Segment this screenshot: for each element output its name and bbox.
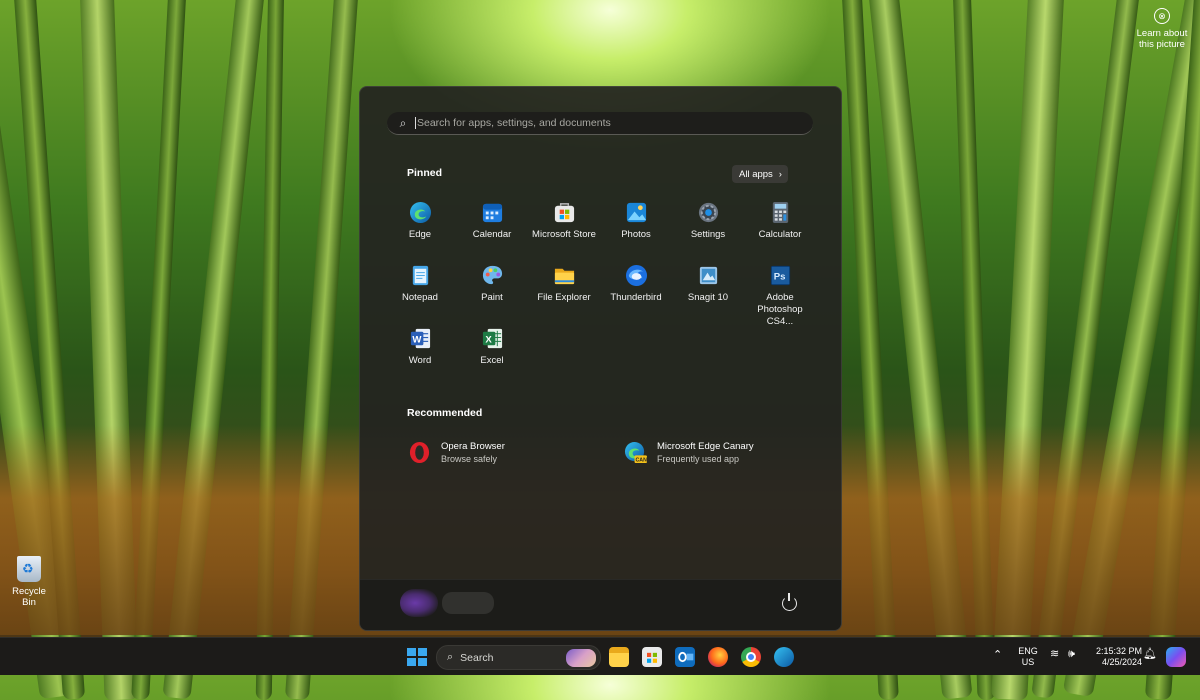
all-apps-button[interactable]: All apps › [732,165,788,183]
taskbar: ⌕ Search ⌃ ENG US ≋ 🕪 2:15:32 PM 4/25/20… [0,637,1200,675]
start-footer [360,579,841,630]
pinned-app-paint[interactable]: Paint [456,264,528,304]
opera-icon [408,441,431,464]
search-icon: ⌕ [447,651,454,663]
taskbar-search-box[interactable]: ⌕ Search [436,645,601,670]
excel-icon: X [481,327,504,350]
edge-icon[interactable] [774,647,794,667]
pinned-app-word[interactable]: W Word [384,327,456,367]
pinned-app-settings[interactable]: Settings [672,201,744,241]
chevron-right-icon: › [778,169,782,179]
start-search-input[interactable]: ⌕ Search for apps, settings, and documen… [387,112,813,135]
recommended-item-opera[interactable]: Opera Browser Browse safely [408,441,505,464]
file-explorer-icon[interactable] [609,647,629,667]
photoshop-icon: Ps [769,264,792,287]
recycle-bin-icon [17,556,41,582]
recommended-title-edge-canary: Microsoft Edge Canary [657,441,754,452]
store-icon[interactable] [642,647,662,667]
pinned-app-calendar[interactable]: Calendar [456,201,528,241]
camera-icon: ⊗ [1154,8,1170,24]
svg-text:X: X [485,334,492,345]
learn-about-picture[interactable]: ⊗ Learn about this picture [1132,8,1192,50]
calendar-icon [481,201,504,224]
avatar[interactable] [400,589,438,617]
chevron-up-icon[interactable]: ⌃ [993,650,1002,661]
recommended-item-edge-canary[interactable]: CAN Microsoft Edge Canary Frequently use… [624,441,754,464]
pinned-app-photoshop[interactable]: Ps Adobe Photoshop CS4... [744,264,816,328]
outlook-icon[interactable] [675,647,695,667]
pinned-app-file-explorer[interactable]: File Explorer [528,264,600,304]
search-placeholder: Search for apps, settings, and documents [417,117,611,129]
search-icon: ⌕ [399,115,407,130]
windows-start-icon[interactable] [407,648,427,666]
wifi-icon[interactable]: ≋ [1050,649,1059,660]
pinned-app-microsoft-store[interactable]: Microsoft Store [528,201,600,241]
edge-icon [409,201,432,224]
bell-icon[interactable]: 🔔︎ [1143,649,1157,660]
search-highlight-icon [566,648,596,667]
learn-label: Learn about this picture [1136,28,1188,50]
start-menu: ⌕ Search for apps, settings, and documen… [359,86,842,631]
photos-icon [625,201,648,224]
notepad-icon [409,264,432,287]
pinned-title: Pinned [407,167,443,179]
firefox-icon[interactable] [708,647,728,667]
power-icon[interactable] [782,593,797,611]
paint-icon [481,264,504,287]
thunderbird-icon [625,264,648,287]
language-indicator[interactable]: ENG US [1014,646,1042,668]
svg-text:CAN: CAN [636,458,648,464]
chrome-icon[interactable] [741,647,761,667]
clock[interactable]: 2:15:32 PM 4/25/2024 [1090,646,1142,668]
copilot-icon[interactable] [1166,647,1186,667]
pinned-app-edge[interactable]: Edge [384,201,456,241]
recommended-subtitle-opera: Browse safely [441,454,498,464]
snagit-icon [697,264,720,287]
pinned-app-thunderbird[interactable]: Thunderbird [600,264,672,304]
recommended-subtitle-edge-canary: Frequently used app [657,454,740,464]
pinned-app-notepad[interactable]: Notepad [384,264,456,304]
taskbar-search-label: Search [460,651,494,664]
recommended-title: Recommended [407,407,483,419]
pinned-app-photos[interactable]: Photos [600,201,672,241]
recommended-title-opera: Opera Browser [441,441,505,452]
svg-text:Ps: Ps [773,271,785,282]
gear-icon [697,201,720,224]
pinned-app-calculator[interactable]: Calculator [744,201,816,241]
pinned-app-snagit[interactable]: Snagit 10 [672,264,744,304]
folder-icon [553,264,576,287]
svg-text:W: W [412,334,422,345]
store-icon [553,201,576,224]
calculator-icon [769,201,792,224]
volume-icon[interactable]: 🕪 [1068,649,1075,660]
word-icon: W [409,327,432,350]
user-name-blurred[interactable] [442,592,494,614]
recycle-bin[interactable]: Recycle Bin [4,556,54,608]
pinned-app-excel[interactable]: X Excel [456,327,528,367]
recycle-bin-label: Recycle Bin [12,586,46,608]
edge-canary-icon: CAN [624,441,647,464]
